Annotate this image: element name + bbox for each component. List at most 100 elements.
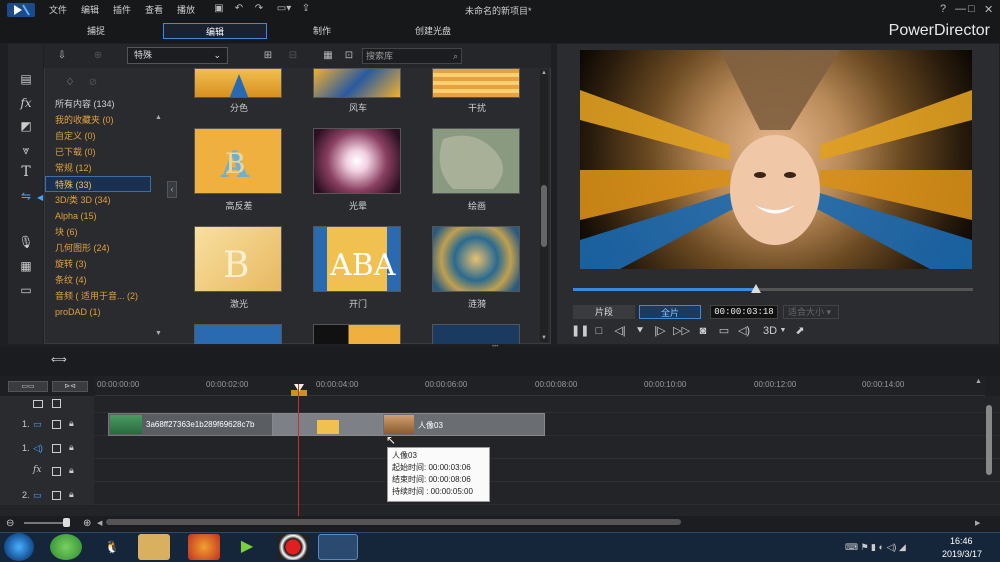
play-pause-icon[interactable]: ❚❚ [571, 323, 589, 339]
timeline-scroll-up-icon[interactable]: ▲ [975, 378, 982, 385]
category-3d[interactable]: 3D/类 3D (34) [54, 192, 154, 208]
timeline-clip[interactable]: 3a68ff27363e1b289f69628c7b [108, 413, 273, 436]
track-enable-checkbox[interactable] [52, 420, 61, 429]
category-special[interactable]: 特殊 (33) [45, 176, 151, 192]
menu-file[interactable]: 文件 [49, 3, 67, 16]
chevron-down-icon[interactable]: ▼ [778, 323, 788, 339]
thumbnail-interference[interactable] [432, 68, 520, 98]
category-stripe[interactable]: 条纹 (4) [54, 272, 154, 288]
tab-produce[interactable]: 制作 [275, 23, 369, 39]
pip-room-icon[interactable]: ◩ [16, 117, 36, 135]
timeline-vscroll-thumb[interactable] [986, 405, 992, 475]
chapter-room-icon[interactable]: ▦ [16, 257, 36, 275]
maximize-button[interactable]: □ [968, 3, 975, 15]
category-all[interactable]: 所有内容 (134) [54, 96, 154, 112]
thumbnail-partial[interactable] [313, 324, 401, 344]
firefox-icon[interactable] [188, 534, 220, 560]
menu-edit[interactable]: 编辑 [81, 3, 99, 16]
category-alpha[interactable]: Alpha (15) [54, 208, 154, 224]
menu-plugins[interactable]: 插件 [113, 3, 131, 16]
lock-icon[interactable]: 🔒︎ [69, 465, 74, 476]
scroll-up-icon[interactable]: ▲ [541, 70, 547, 76]
app-360-icon[interactable] [50, 534, 82, 560]
category-dropdown[interactable]: 特殊 ⌄ [127, 47, 228, 64]
zoom-in-icon[interactable]: ⊕ [83, 518, 91, 529]
tab-create-disc[interactable]: 创建光盘 [386, 23, 480, 39]
save-icon[interactable]: ▣ [213, 3, 225, 15]
minimize-button[interactable]: — [955, 3, 966, 15]
file-explorer-icon[interactable] [138, 534, 170, 560]
category-prodad[interactable]: proDAD (1) [54, 304, 154, 320]
thumbnail-painting[interactable] [432, 128, 520, 194]
timeline-view-button[interactable]: ⊳⊲ [52, 381, 88, 392]
track-enable-checkbox[interactable] [52, 399, 61, 408]
tab-edit[interactable]: 编辑 [163, 23, 267, 39]
add-to-timeline-icon[interactable]: ⊞ [262, 50, 274, 62]
lock-icon[interactable]: 🔒︎ [69, 418, 74, 429]
media-room-icon[interactable]: ▤ [16, 70, 36, 88]
fit-timeline-icon[interactable]: ⟺ [51, 353, 67, 366]
splitter-grip-icon[interactable]: ••• [492, 344, 508, 350]
display-settings-icon[interactable]: ▭▾ [273, 3, 295, 15]
thumbnail-partial[interactable] [432, 324, 520, 344]
scroll-down-icon[interactable]: ▼ [541, 335, 547, 341]
tray-icons[interactable]: ⌨ ⚑ ▮ ◐ ◁) ◢ [845, 542, 906, 553]
mark-icon[interactable]: ⯆ [632, 323, 648, 339]
import-icon[interactable]: ⇩ [56, 50, 68, 62]
timeline-hscroll-thumb[interactable] [106, 519, 681, 525]
lock-icon[interactable]: 🔒︎ [69, 489, 74, 500]
thumbnail-high-contrast[interactable]: AB [194, 128, 282, 194]
zoom-out-icon[interactable]: ⊖ [6, 518, 14, 529]
close-button[interactable]: ✕ [984, 3, 993, 16]
track-all-icon[interactable] [33, 400, 43, 408]
title-room-icon[interactable]: T [16, 163, 36, 181]
thumbnail-laser[interactable]: B [194, 226, 282, 292]
category-scroll-up-icon[interactable]: ▲ [155, 114, 162, 121]
undock-icon[interactable]: ⬈ [792, 323, 808, 339]
fast-forward-icon[interactable]: ▷▷ [673, 323, 690, 339]
category-geometric[interactable]: 几何图形 (24) [54, 240, 154, 256]
particle-room-icon[interactable]: ⩔ [16, 141, 36, 159]
lock-icon[interactable]: 🔒︎ [69, 442, 74, 453]
timeline-clip[interactable]: 人像03 [382, 413, 545, 436]
category-downloaded[interactable]: 已下载 (0) [54, 144, 154, 160]
clip-mode-button[interactable]: 片段 [573, 305, 635, 319]
category-scroll-down-icon[interactable]: ▼ [155, 330, 162, 337]
redo-icon[interactable]: ↷ [253, 3, 265, 15]
category-custom[interactable]: 自定义 (0) [54, 128, 154, 144]
scroll-right-icon[interactable]: ▶ [975, 519, 980, 527]
video-editor-icon[interactable]: ▶ [231, 534, 263, 560]
help-button[interactable]: ? [940, 3, 946, 15]
undo-icon[interactable]: ↶ [233, 3, 245, 15]
voice-record-icon[interactable]: 🎙 [16, 233, 36, 251]
tab-capture[interactable]: 捕捉 [49, 23, 143, 39]
track-enable-checkbox[interactable] [52, 491, 61, 500]
track-enable-checkbox[interactable] [52, 444, 61, 453]
collapse-panel-button[interactable]: ‹ [167, 181, 177, 198]
expand-view-icon[interactable]: ⊡ [343, 50, 355, 62]
zoom-slider-handle[interactable] [63, 518, 70, 527]
zoom-dropdown[interactable]: 适合大小 ▾ [783, 305, 839, 319]
volume-icon[interactable]: ◁) [736, 323, 752, 339]
storyboard-view-button[interactable]: ▭▭ [8, 381, 48, 392]
category-rotate[interactable]: 旋转 (3) [54, 256, 154, 272]
category-block[interactable]: 块 (6) [54, 224, 154, 240]
track-enable-checkbox[interactable] [52, 467, 61, 476]
playhead-handle[interactable] [294, 384, 304, 392]
snapshot-icon[interactable]: ◙ [695, 323, 711, 339]
category-audio[interactable]: 音频 ( 适用于音... (2) [54, 288, 154, 304]
fx-room-icon[interactable]: fx [16, 94, 36, 112]
upload-icon[interactable]: ⇪ [300, 3, 312, 15]
next-frame-icon[interactable]: |▷ [652, 323, 668, 339]
search-input[interactable]: 搜索库 ⌕ [362, 48, 462, 64]
stop-icon[interactable]: □ [591, 323, 607, 339]
thumbnail-open-door[interactable]: ABA [313, 226, 401, 292]
powerdirector-taskbar-icon[interactable] [318, 534, 358, 560]
movie-mode-button[interactable]: 全片 [639, 305, 701, 319]
thumbnail-glow[interactable] [313, 128, 401, 194]
previous-frame-icon[interactable]: ◁| [612, 323, 628, 339]
subtitle-room-icon[interactable]: ▭ [16, 281, 36, 299]
thumbnail-partial[interactable] [194, 324, 282, 344]
grid-view-icon[interactable]: ▦ [322, 50, 334, 62]
thumbnail-split-color[interactable] [194, 68, 282, 98]
